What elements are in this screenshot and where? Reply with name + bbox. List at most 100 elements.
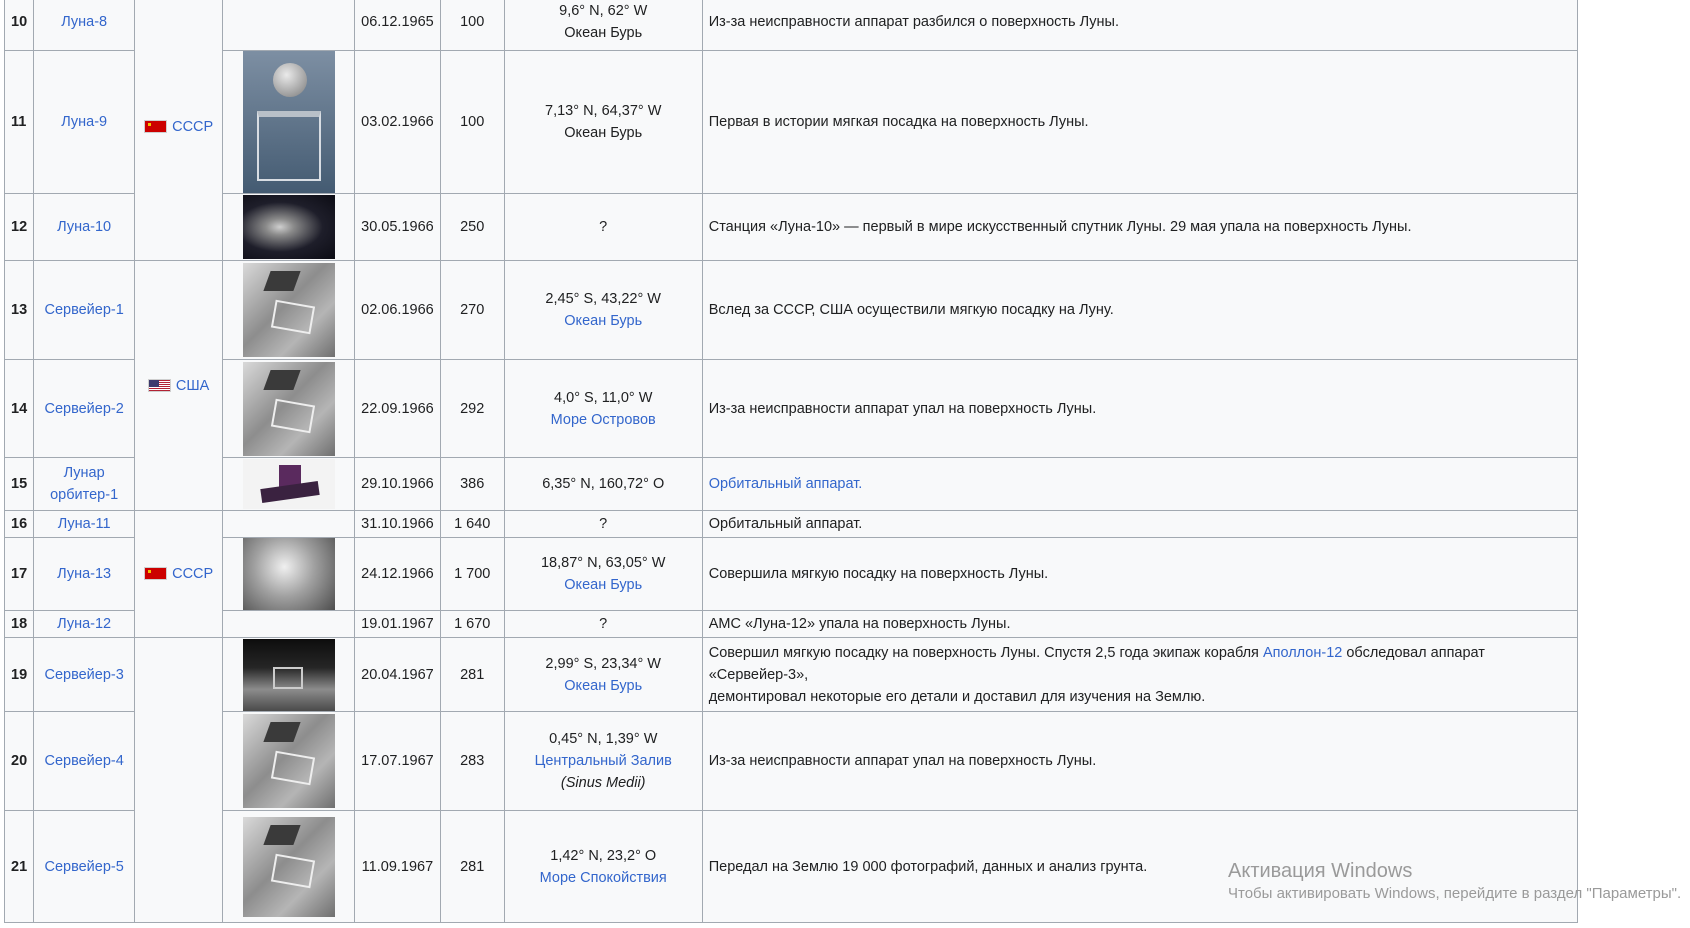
landing-site: 4,0° S, 11,0° W Море Островов — [503, 359, 703, 458]
image-cell — [222, 810, 356, 923]
mass: 1 640 — [439, 510, 505, 538]
mission-link[interactable]: Луна-8 — [61, 14, 107, 30]
mass: 270 — [439, 260, 505, 360]
image-cell — [222, 457, 356, 511]
landing-site: 9,6° N, 62° W Океан Бурь — [503, 0, 703, 51]
mission-link[interactable]: Луна-11 — [58, 516, 111, 532]
surveyor1-photo[interactable] — [242, 263, 335, 357]
image-cell — [222, 193, 356, 261]
landing-site: 1,42° N, 23,2° O Море Спокойствия — [503, 810, 703, 923]
coordinates: 2,99° S, 23,34° W — [545, 655, 661, 672]
country-cell — [134, 637, 224, 923]
launch-date: 03.02.1966 — [354, 50, 441, 194]
orbiter1-photo[interactable] — [242, 459, 335, 509]
description: Совершил мягкую посадку на поверхность Л… — [701, 637, 1578, 712]
coordinates: 4,0° S, 11,0° W — [554, 389, 653, 406]
surveyor2-photo[interactable] — [242, 361, 335, 456]
mission-link[interactable]: Луна-13 — [57, 566, 111, 582]
launch-date: 22.09.1966 — [354, 359, 441, 458]
surveyor3-photo[interactable] — [242, 638, 335, 711]
description: Из-за неисправности аппарат упал на пове… — [701, 711, 1578, 811]
table-row: 16 Луна-11 СССР 31.10.1966 1 640 ? Орбит… — [3, 510, 1578, 638]
landing-site: 7,13° N, 64,37° W Океан Бурь — [503, 50, 703, 194]
mass: 250 — [439, 193, 505, 261]
mission-link[interactable]: Сервейер-1 — [44, 302, 123, 318]
description-link[interactable]: Орбитальный аппарат. — [709, 476, 863, 492]
description: Орбитальный аппарат. — [701, 510, 1578, 538]
coordinates: 18,87° N, 63,05° W — [540, 555, 666, 571]
mission-name-line1: Лунар — [63, 465, 105, 481]
table-row: 14 Сервейер-2 22.09.1966 292 4,0° S, 11,… — [3, 359, 1578, 458]
site-link[interactable]: Океан Бурь — [564, 313, 642, 329]
lunar-missions-table: 10 Луна-8 СССР 06.12.1965 100 9,6° N, 62… — [3, 0, 1578, 923]
table-row: 13 Сервейер-1 США 02.06.1966 270 2,45° S… — [3, 260, 1578, 511]
country-link[interactable]: США — [176, 378, 209, 394]
table-row: 21 Сервейер-5 11.09.1967 281 1,42° N, 23… — [3, 810, 1578, 923]
description: Вслед за СССР, США осуществили мягкую по… — [701, 260, 1578, 360]
description: Совершила мягкую посадку на поверхность … — [701, 537, 1578, 611]
mission-link[interactable]: Лунар орбитер-1 — [50, 465, 118, 503]
table-row: 18 Луна-12 19.01.1967 1 670 ? АМС «Луна-… — [3, 610, 1578, 638]
image-cell — [222, 359, 356, 458]
country-cell: США — [134, 260, 224, 511]
site-link[interactable]: Центральный Залив — [535, 753, 672, 769]
coordinates: 9,6° N, 62° W — [559, 2, 648, 19]
row-number: 21 — [3, 810, 35, 923]
description: АМС «Луна-12» упала на поверхность Луны. — [701, 610, 1578, 638]
site-link[interactable]: Океан Бурь — [564, 678, 642, 694]
coordinates: ? — [503, 193, 703, 261]
mass: 100 — [439, 0, 505, 51]
country-link[interactable]: СССР — [172, 566, 213, 582]
row-number: 17 — [3, 537, 35, 611]
site-link[interactable]: Море Островов — [551, 412, 656, 428]
image-cell — [222, 610, 356, 638]
surveyor4-photo[interactable] — [242, 714, 335, 808]
site-latin-name: (Sinus Medii) — [560, 775, 646, 791]
image-cell — [222, 260, 356, 360]
launch-date: 30.05.1966 — [354, 193, 441, 261]
site-link[interactable]: Океан Бурь — [564, 577, 642, 593]
surveyor5-photo[interactable] — [242, 816, 335, 917]
coordinates: ? — [503, 510, 703, 538]
apollo12-link[interactable]: Аполлон-12 — [1263, 645, 1342, 661]
mission-link[interactable]: Луна-9 — [61, 114, 107, 130]
table-row: 17 Луна-13 24.12.1966 1 700 18,87° N, 63… — [3, 537, 1578, 611]
mission-link[interactable]: Сервейер-4 — [44, 753, 123, 769]
mission-link[interactable]: Луна-10 — [57, 219, 111, 235]
coordinates: 2,45° S, 43,22° W — [545, 291, 661, 307]
image-cell — [222, 50, 356, 194]
mass: 386 — [439, 457, 505, 511]
mission-link[interactable]: Луна-12 — [57, 616, 111, 632]
launch-date: 29.10.1966 — [354, 457, 441, 511]
table-row: 20 Сервейер-4 17.07.1967 283 0,45° N, 1,… — [3, 711, 1578, 811]
luna9-photo[interactable] — [242, 51, 335, 193]
mass: 292 — [439, 359, 505, 458]
row-number: 16 — [3, 510, 35, 538]
launch-date: 20.04.1967 — [354, 637, 441, 712]
table-row: 12 Луна-10 30.05.1966 250 ? Станция «Лун… — [3, 193, 1578, 261]
description-text: демонтировал некоторые его детали и дост… — [708, 688, 1206, 705]
luna10-photo[interactable] — [242, 195, 335, 259]
row-number: 11 — [3, 50, 35, 194]
coordinates: 7,13° N, 64,37° W — [545, 103, 662, 119]
site-link[interactable]: Море Спокойствия — [540, 870, 667, 886]
description: Из-за неисправности аппарат упал на пове… — [701, 359, 1578, 458]
table-row: 10 Луна-8 СССР 06.12.1965 100 9,6° N, 62… — [3, 0, 1578, 261]
row-number: 15 — [3, 457, 35, 511]
landing-site: 0,45° N, 1,39° W Центральный Залив (Sinu… — [503, 711, 703, 811]
country-cell: СССР — [134, 0, 224, 261]
description: Из-за неисправности аппарат разбился о п… — [701, 0, 1578, 51]
coordinates: ? — [503, 610, 703, 638]
country-link[interactable]: СССР — [172, 119, 213, 135]
mission-link[interactable]: Сервейер-3 — [44, 667, 123, 683]
mass: 100 — [439, 50, 505, 194]
flag-usa-icon — [147, 378, 171, 392]
mission-link[interactable]: Сервейер-2 — [44, 401, 123, 417]
coordinates: 1,42° N, 23,2° O — [550, 847, 657, 864]
luna13-photo[interactable] — [242, 538, 335, 610]
mass: 281 — [439, 637, 505, 712]
country-cell: СССР — [134, 510, 224, 638]
mission-link[interactable]: Сервейер-5 — [44, 859, 123, 875]
landing-site: 2,99° S, 23,34° W Океан Бурь — [503, 637, 703, 712]
description: Передал на Землю 19 000 фотографий, данн… — [701, 810, 1578, 923]
